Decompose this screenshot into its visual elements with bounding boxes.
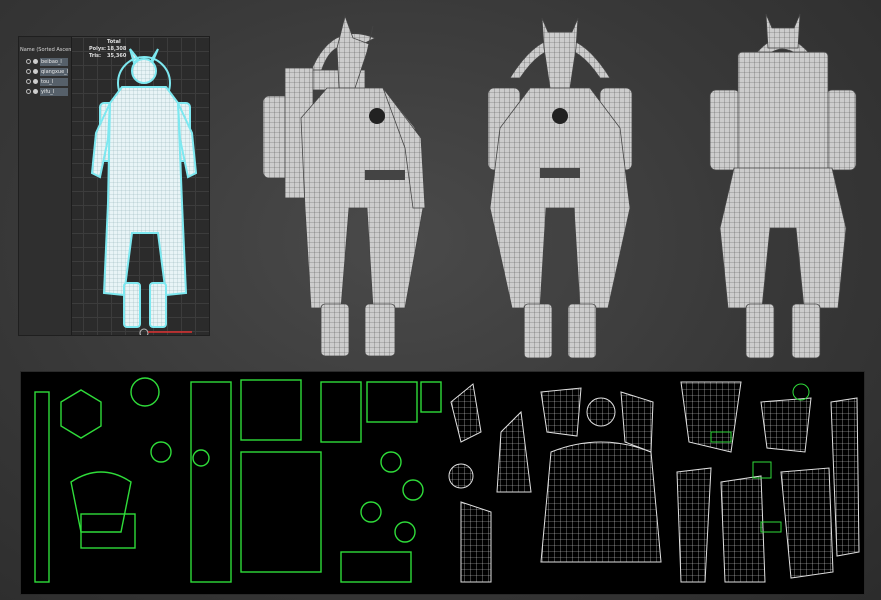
viewport-panel[interactable]: Name (Sorted Ascen beibao_l qiangxue_l t… bbox=[18, 36, 210, 336]
layer-row[interactable]: tou_l bbox=[26, 78, 68, 86]
layer-name[interactable]: tou_l bbox=[40, 78, 68, 86]
object-dot-icon bbox=[33, 69, 38, 74]
model-view-back[interactable] bbox=[700, 8, 865, 366]
eye-icon[interactable] bbox=[26, 79, 31, 84]
layer-name[interactable]: yifu_l bbox=[40, 88, 68, 96]
eye-icon[interactable] bbox=[26, 59, 31, 64]
selected-character-wireframe[interactable] bbox=[74, 43, 209, 335]
layer-name[interactable]: beibao_l bbox=[40, 58, 68, 66]
object-dot-icon bbox=[33, 59, 38, 64]
layer-name[interactable]: qiangxue_l bbox=[40, 68, 68, 76]
model-view-side[interactable] bbox=[255, 8, 445, 366]
object-dot-icon bbox=[33, 89, 38, 94]
scene-explorer-header[interactable]: Name (Sorted Ascen bbox=[20, 47, 71, 53]
layer-row[interactable]: qiangxue_l bbox=[26, 68, 68, 76]
eye-icon[interactable] bbox=[26, 69, 31, 74]
model-view-front[interactable] bbox=[480, 8, 640, 366]
layer-row[interactable]: yifu_l bbox=[26, 88, 68, 96]
eye-icon[interactable] bbox=[26, 89, 31, 94]
scene-explorer[interactable]: Name (Sorted Ascen beibao_l qiangxue_l t… bbox=[19, 37, 72, 335]
uv-layout-canvas bbox=[34, 377, 860, 583]
layer-row[interactable]: beibao_l bbox=[26, 58, 68, 66]
uv-layout-panel[interactable] bbox=[20, 371, 865, 595]
object-dot-icon bbox=[33, 79, 38, 84]
